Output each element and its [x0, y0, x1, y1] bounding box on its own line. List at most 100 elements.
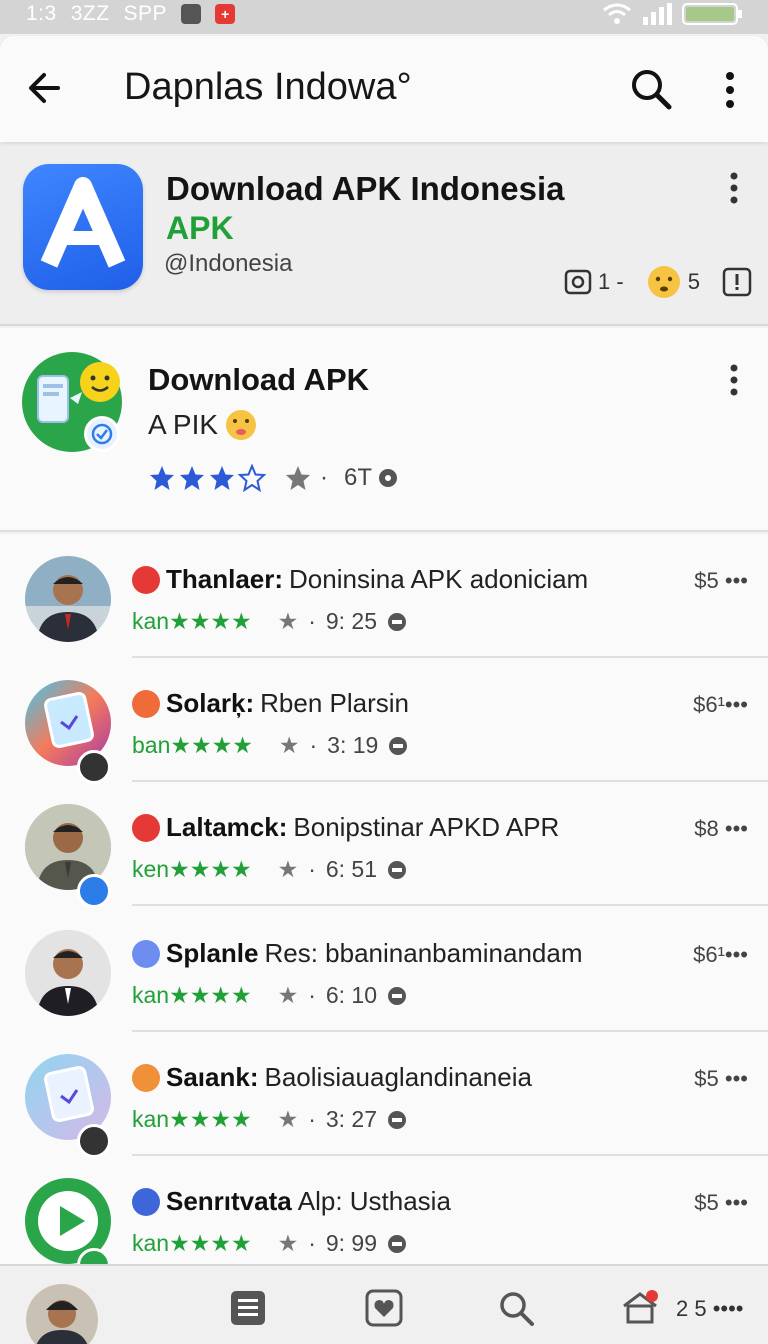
store-icon[interactable]	[620, 1288, 660, 1328]
row-meta: ken★★★★ ★ · 6: 51	[132, 856, 407, 883]
notification-icon	[181, 4, 202, 24]
row-price[interactable]: $6¹•••	[693, 692, 748, 718]
app-title: Download APK Indonesia	[166, 170, 565, 207]
page-title: Dapnlas Indowa°	[124, 66, 412, 108]
featured-app[interactable]: Download APK A PIK · 6T	[0, 328, 768, 532]
star-icon: ★	[277, 608, 299, 634]
star-icon	[286, 466, 310, 490]
row-title: Splanle Res: bbaninanbaminandam	[132, 938, 582, 969]
rating-separator: ·	[320, 464, 328, 491]
row-name: Solarķ:	[166, 688, 255, 718]
status-text-1: 3ZZ	[70, 2, 110, 25]
app-list: Thanlaer: Doninsina APK adoniciam kan★★★…	[0, 534, 768, 1282]
list-item[interactable]: Laltamck: Bonipstinar APKD APR ken★★★★ ★…	[0, 782, 768, 908]
list-item[interactable]: Splanle Res: bbaninanbaminandam kan★★★★ …	[0, 908, 768, 1032]
row-title: Saıank: Baolisiauaglandinaneia	[132, 1062, 532, 1093]
info-dot-icon	[379, 469, 398, 487]
row-name: Splanle	[166, 938, 259, 968]
row-time: 3: 19	[327, 732, 379, 758]
star-rating-icon	[150, 464, 267, 492]
saved-icon[interactable]	[364, 1288, 404, 1328]
star-icon: ★	[277, 1230, 299, 1256]
app-badge-icon	[132, 565, 160, 594]
emoji-icon	[647, 266, 680, 298]
letter-a-icon	[40, 177, 126, 268]
row-desc: Rben Plarsin	[260, 688, 410, 718]
info-dot-icon	[388, 1234, 407, 1253]
star-icon: ★	[277, 1106, 299, 1132]
tongue-emoji-icon	[226, 410, 257, 440]
stat-count-2: 5	[687, 269, 700, 294]
more-vert-icon[interactable]	[722, 362, 746, 398]
info-dot-icon	[388, 860, 407, 879]
info-dot-icon	[389, 736, 408, 755]
more-vert-icon[interactable]	[722, 170, 746, 206]
status-time: 1:3	[26, 2, 57, 25]
list-item[interactable]: Saıank: Baolisiauaglandinaneia kan★★★★ ★…	[0, 1032, 768, 1158]
app-badge-icon	[77, 750, 111, 784]
row-price[interactable]: $6¹•••	[693, 942, 748, 968]
search-icon[interactable]	[628, 66, 674, 112]
row-desc: Baolisiauaglandinaneia	[264, 1062, 532, 1092]
row-name: Saıank:	[166, 1062, 259, 1092]
row-desc: Res: bbaninanbaminandam	[264, 938, 583, 968]
row-tag: kan★★★★	[132, 1230, 252, 1256]
battery-icon	[682, 3, 742, 25]
row-desc: Doninsina APK adoniciam	[289, 564, 589, 594]
flag-icon: +	[215, 4, 236, 24]
app-bar: Dapnlas Indowa°	[0, 36, 768, 142]
wifi-icon	[603, 3, 631, 24]
row-desc: Bonipstinar APKD APR	[293, 812, 560, 842]
app-stats: 1 - 5	[564, 264, 752, 300]
row-title: Senrıtvata Alp: Usthasia	[132, 1186, 451, 1217]
profile-avatar[interactable]	[26, 1284, 98, 1344]
row-desc: Alp: Usthasia	[297, 1186, 451, 1216]
star-icon: ★	[277, 856, 299, 882]
row-tag: ken★★★★	[132, 856, 252, 882]
back-arrow-icon[interactable]	[24, 66, 68, 110]
row-meta: kan★★★★ ★ · 9: 25	[132, 608, 407, 635]
row-price[interactable]: $8 •••	[694, 816, 748, 842]
info-dot-icon	[388, 1110, 407, 1129]
row-price[interactable]: $5 •••	[694, 568, 748, 594]
app-subtitle: APK	[166, 210, 234, 246]
featured-subtitle-text: A PIK	[148, 409, 219, 440]
stat-count-1: 1 -	[598, 269, 624, 294]
star-icon: ★	[277, 982, 299, 1008]
row-name: Senrıtvata	[166, 1186, 292, 1216]
info-dot-icon	[388, 612, 407, 631]
search-icon[interactable]	[496, 1288, 536, 1328]
list-item[interactable]: Senrıtvata Alp: Usthasia kan★★★★ ★ · 9: 9…	[0, 1156, 768, 1282]
app-logo	[23, 164, 143, 290]
report-icon[interactable]	[722, 267, 752, 297]
row-title: Thanlaer: Doninsina APK adoniciam	[132, 564, 588, 595]
featured-app-icon	[22, 352, 122, 452]
more-vert-icon[interactable]	[712, 68, 748, 112]
row-tag: kan★★★★	[132, 1106, 252, 1132]
featured-rating: · 6T	[148, 464, 398, 492]
info-dot-icon	[388, 986, 407, 1005]
app-badge-icon	[132, 813, 160, 842]
featured-title: Download APK	[148, 362, 370, 397]
row-price[interactable]: $5 •••	[694, 1190, 748, 1216]
rating-count: 6T	[344, 464, 373, 491]
status-text-2: SPP	[123, 2, 168, 25]
star-icon: ★	[278, 732, 300, 758]
app-badge-icon	[77, 1124, 111, 1158]
row-meta: kan★★★★ ★ · 6: 10	[132, 982, 407, 1009]
row-tag: ban★★★★	[132, 732, 253, 758]
list-item[interactable]: Thanlaer: Doninsina APK adoniciam kan★★★…	[0, 534, 768, 658]
app-badge-icon	[132, 1187, 160, 1216]
row-price[interactable]: $5 •••	[694, 1066, 748, 1092]
featured-subtitle: A PIK	[148, 408, 258, 442]
row-meta: kan★★★★ ★ · 9: 99	[132, 1230, 407, 1257]
list-item[interactable]: Solarķ: Rben Plarsin ban★★★★ ★ · 3: 19 $6…	[0, 658, 768, 784]
list-icon[interactable]	[228, 1288, 268, 1328]
app-header-card[interactable]: Download APK Indonesia APK @Indonesia 1 …	[0, 146, 768, 326]
row-time: 9: 25	[325, 608, 378, 634]
app-handle: @Indonesia	[164, 250, 293, 277]
row-time: 6: 10	[325, 982, 378, 1008]
row-title: Laltamck: Bonipstinar APKD APR	[132, 812, 559, 843]
nav-label: 2 5 ••••	[676, 1296, 744, 1321]
row-tag: kan★★★★	[132, 608, 252, 634]
